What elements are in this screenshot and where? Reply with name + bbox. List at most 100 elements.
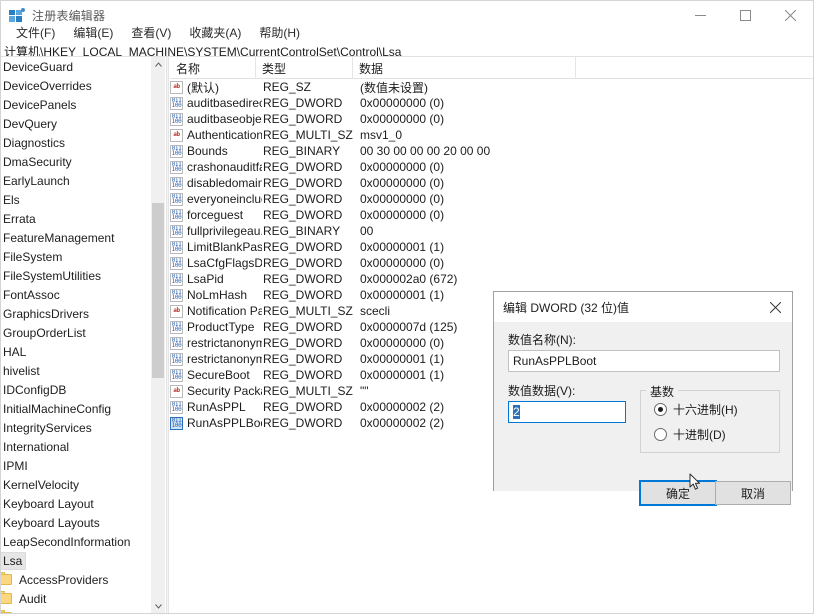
tree-item[interactable]: Audit: [1, 589, 151, 608]
tree-item[interactable]: IDConfigDB: [1, 380, 151, 399]
value-data-cell: 0x00000000 (0): [359, 160, 814, 174]
value-name-cell: 011100LimitBlankPass...: [170, 240, 262, 254]
tree-item[interactable]: IPMI: [1, 456, 151, 475]
value-type-cell: REG_DWORD: [262, 192, 359, 206]
tree-item[interactable]: EarlyLaunch: [1, 171, 151, 190]
tree-item[interactable]: Errata: [1, 209, 151, 228]
value-row[interactable]: 011100forceguestREG_DWORD0x00000000 (0): [170, 207, 814, 223]
chevron-down-icon[interactable]: [151, 599, 165, 614]
radio-decimal[interactable]: 十进制(D): [654, 426, 726, 443]
value-row[interactable]: 011100LsaCfgFlagsDe...REG_DWORD0x0000000…: [170, 255, 814, 271]
value-row[interactable]: 011100auditbaseobje...REG_DWORD0x0000000…: [170, 111, 814, 127]
column-header-name[interactable]: 名称: [170, 57, 256, 79]
tree-item-label: Lsa: [1, 553, 25, 569]
value-row[interactable]: 011100BoundsREG_BINARY00 30 00 00 00 20 …: [170, 143, 814, 159]
tree-item[interactable]: Keyboard Layouts: [1, 513, 151, 532]
tree-item[interactable]: KernelVelocity: [1, 475, 151, 494]
value-type-cell: REG_DWORD: [262, 352, 359, 366]
dword-value-icon: 011100: [170, 113, 183, 126]
value-data-cell: 00 30 00 00 00 20 00 00: [359, 144, 814, 158]
dword-value-icon: 011100: [170, 97, 183, 110]
tree-scrollbar[interactable]: [151, 57, 165, 614]
address-bar[interactable]: 计算机\HKEY_LOCAL_MACHINE\SYSTEM\CurrentCon…: [1, 43, 813, 57]
menu-item-4[interactable]: 帮助(H): [250, 22, 309, 44]
tree-item[interactable]: GroupOrderList: [1, 323, 151, 342]
menu-item-3[interactable]: 收藏夹(A): [180, 22, 250, 44]
value-type-cell: REG_BINARY: [262, 144, 359, 158]
column-header-filler: [576, 57, 814, 79]
value-row[interactable]: 011100auditbasedirec...REG_DWORD0x000000…: [170, 95, 814, 111]
tree-item[interactable]: LeapSecondInformation: [1, 532, 151, 551]
value-data-cell: 0x00000000 (0): [359, 96, 814, 110]
value-row[interactable]: 011100LimitBlankPass...REG_DWORD0x000000…: [170, 239, 814, 255]
tree-item[interactable]: CentralizedAccessPolicies: [1, 608, 151, 614]
pane-divider[interactable]: [166, 57, 169, 614]
tree-item[interactable]: FileSystem: [1, 247, 151, 266]
value-name-cell: 011100 restrictanonym...: [170, 336, 262, 350]
tree-item[interactable]: GraphicsDrivers: [1, 304, 151, 323]
tree-item[interactable]: FontAssoc: [1, 285, 151, 304]
tree-item[interactable]: FeatureManagement: [1, 228, 151, 247]
tree-item-label: AccessProviders: [17, 572, 111, 588]
value-name-input[interactable]: RunAsPPLBoot: [508, 350, 780, 372]
value-data-input[interactable]: 2: [508, 401, 626, 423]
menu-item-0[interactable]: 文件(F): [7, 22, 64, 44]
tree-item-label: GraphicsDrivers: [1, 306, 92, 322]
cancel-button[interactable]: 取消: [715, 481, 791, 505]
tree-item[interactable]: International: [1, 437, 151, 456]
column-header-type[interactable]: 类型: [256, 57, 353, 79]
value-row[interactable]: 011100LsaPidREG_DWORD0x000002a0 (672): [170, 271, 814, 287]
folder-icon: [1, 574, 12, 585]
column-header-data[interactable]: 数据: [353, 57, 576, 79]
tree-item[interactable]: DeviceOverrides: [1, 76, 151, 95]
tree-item-label: International: [1, 439, 72, 455]
tree-scrollbar-thumb[interactable]: [152, 203, 164, 378]
value-name-cell: 011100LsaPid: [170, 272, 262, 286]
menu-item-1[interactable]: 编辑(E): [64, 22, 122, 44]
tree-item[interactable]: Els: [1, 190, 151, 209]
value-name-text: restrictanonym...: [187, 336, 262, 350]
value-name-text: (默认): [187, 79, 219, 96]
tree-item[interactable]: DeviceGuard: [1, 57, 151, 76]
dword-value-icon: 011100: [170, 337, 183, 350]
tree-item[interactable]: Keyboard Layout: [1, 494, 151, 513]
value-name-cell: 011100ProductType: [170, 320, 262, 334]
values-list-header: 名称 类型 数据: [170, 57, 814, 79]
value-name-cell: 011100Bounds: [170, 144, 262, 158]
value-row[interactable]: abAuthentication ...REG_MULTI_SZmsv1_0: [170, 127, 814, 143]
tree-item-label: DeviceOverrides: [1, 78, 95, 94]
dword-value-icon: 011100: [170, 177, 183, 190]
value-row[interactable]: 011100everyoneinclud...REG_DWORD0x000000…: [170, 191, 814, 207]
tree-item[interactable]: DmaSecurity: [1, 152, 151, 171]
tree-item[interactable]: Lsa: [1, 551, 151, 570]
dword-value-icon: 011100: [170, 193, 183, 206]
string-value-icon: ab: [170, 305, 183, 318]
value-row[interactable]: ab(默认)REG_SZ(数值未设置): [170, 79, 814, 95]
value-name-cell: 011100crashonauditfail: [170, 160, 262, 174]
tree-item[interactable]: DevicePanels: [1, 95, 151, 114]
value-name-cell: 011100RunAsPPL: [170, 400, 262, 414]
value-row[interactable]: 011100disabledomain...REG_DWORD0x0000000…: [170, 175, 814, 191]
value-name-text: ProductType: [187, 320, 254, 334]
tree-item[interactable]: AccessProviders: [1, 570, 151, 589]
tree-item[interactable]: HAL: [1, 342, 151, 361]
menu-item-2[interactable]: 查看(V): [122, 22, 180, 44]
value-row[interactable]: 011100crashonauditfailREG_DWORD0x0000000…: [170, 159, 814, 175]
tree-item[interactable]: DevQuery: [1, 114, 151, 133]
radio-hexadecimal[interactable]: 十六进制(H): [654, 401, 738, 418]
tree-item-label: DeviceGuard: [1, 59, 76, 75]
value-name-cell: ab(默认): [170, 79, 262, 96]
tree-item[interactable]: IntegrityServices: [1, 418, 151, 437]
tree-item-label: CentralizedAccessPolicies: [17, 610, 163, 614]
dialog-close-button[interactable]: [758, 292, 792, 322]
tree-item[interactable]: InitialMachineConfig: [1, 399, 151, 418]
value-type-cell: REG_MULTI_SZ: [262, 384, 359, 398]
registry-editor-window: 注册表编辑器 文件(F)编辑(E)查看(V)收藏夹(A)帮助(H) 计算机\HK…: [0, 0, 814, 614]
value-name-cell: 011100auditbasedirec...: [170, 96, 262, 110]
tree-item[interactable]: hivelist: [1, 361, 151, 380]
value-row[interactable]: 011100fullprivilegeau...REG_BINARY00: [170, 223, 814, 239]
ok-button[interactable]: 确定: [640, 481, 716, 505]
tree-item[interactable]: FileSystemUtilities: [1, 266, 151, 285]
chevron-up-icon[interactable]: [151, 57, 165, 72]
tree-item[interactable]: Diagnostics: [1, 133, 151, 152]
